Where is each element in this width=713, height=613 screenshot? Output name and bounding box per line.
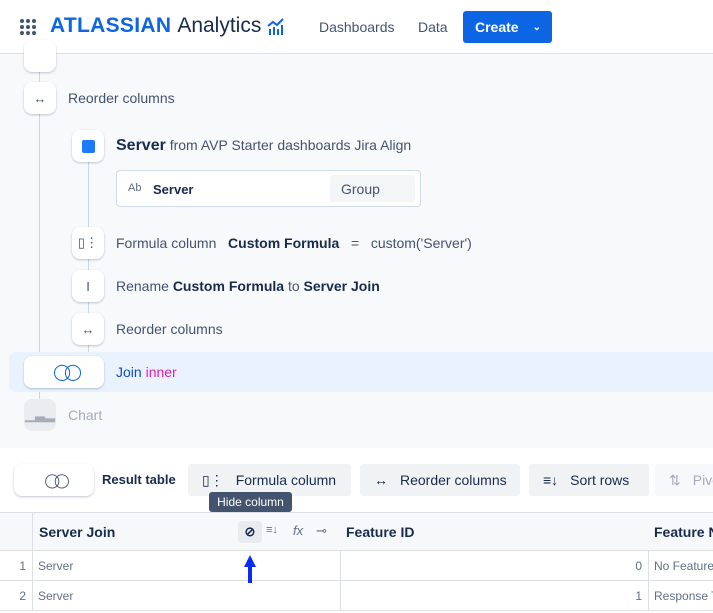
logo[interactable]: ATLASSIAN Analytics — [50, 14, 285, 38]
nav-dashboards[interactable]: Dashboards — [319, 19, 395, 35]
table-source-icon[interactable] — [72, 130, 104, 162]
sort-icon: ≡↓ — [543, 472, 559, 488]
nav-data[interactable]: Data — [418, 19, 448, 35]
formula-column-icon: ▯⋮ — [202, 471, 224, 488]
row-number: 1 — [0, 551, 33, 581]
rename-icon[interactable]: I — [72, 270, 104, 302]
formula-icon[interactable]: fx — [293, 523, 303, 538]
table-cell[interactable]: Server — [32, 581, 341, 611]
chart-icon[interactable]: ▁▃▂ — [24, 399, 56, 431]
hide-column-icon[interactable]: ⊘ — [238, 521, 262, 543]
step-rename[interactable]: Rename Custom Formula to Server Join — [116, 278, 380, 294]
sort-icon[interactable]: ≡↓ — [266, 524, 278, 536]
pivot-button[interactable]: ⇅Pivot — [655, 464, 713, 496]
table-cell[interactable]: 1 — [340, 581, 649, 611]
step-source[interactable]: Server from AVP Starter dashboards Jira … — [116, 137, 411, 155]
tooltip: Hide column — [209, 492, 292, 512]
row-number: 2 — [0, 581, 33, 611]
step-reorder-columns-2[interactable]: Reorder columns — [116, 321, 223, 337]
analytics-logo-icon — [267, 18, 285, 35]
reorder-icon: ↔ — [374, 472, 388, 488]
reorder-icon[interactable]: ↔ — [72, 313, 104, 345]
step-reorder-columns[interactable]: Reorder columns — [68, 90, 175, 106]
step-formula[interactable]: Formula column Custom Formula = custom('… — [116, 235, 472, 251]
text-type-icon: Ab — [128, 182, 142, 194]
formula-column-icon[interactable]: ▯⋮ — [72, 227, 104, 259]
chevron-down-icon: ⌄ — [532, 21, 541, 33]
reorder-icon[interactable]: ↔ — [24, 82, 56, 114]
step-icon-partial[interactable] — [24, 40, 56, 72]
field-name: Server — [153, 182, 194, 197]
table-cell[interactable]: 0 — [340, 551, 649, 581]
field-role[interactable]: Group — [330, 175, 415, 202]
join-result-icon[interactable]: ◯◯ — [14, 464, 94, 496]
step-join-selected[interactable] — [9, 352, 713, 392]
rename-column-icon[interactable]: ⊸ — [316, 523, 327, 539]
create-button[interactable]: Create ⌄ — [463, 11, 552, 43]
result-table-label: Result table — [102, 472, 176, 487]
step-join[interactable]: Join inner — [116, 364, 177, 380]
table-cell[interactable]: Response T — [648, 581, 713, 611]
app-switcher-icon[interactable] — [20, 19, 36, 35]
table-cell[interactable]: No Feature — [648, 551, 713, 581]
arrow-up-icon — [244, 555, 256, 583]
pivot-icon: ⇅ — [669, 471, 681, 488]
table-cell[interactable]: Server — [32, 551, 341, 581]
source-field-row[interactable]: Ab Server Group — [116, 170, 421, 207]
column-header-feature-name[interactable]: Feature N — [648, 512, 713, 551]
sort-rows-button[interactable]: ≡↓ Sort rows — [529, 464, 649, 496]
column-header-server-join[interactable]: Server Join ⊘ ≡↓ fx ⊸ — [32, 512, 341, 551]
top-nav: ATLASSIAN Analytics Dashboards Data Creat… — [0, 0, 713, 54]
step-chart[interactable]: Chart — [68, 407, 102, 423]
row-number-header — [0, 512, 33, 551]
join-icon[interactable]: ◯◯ — [24, 356, 104, 388]
reorder-columns-button[interactable]: ↔ Reorder columns — [360, 464, 520, 496]
column-header-feature-id[interactable]: Feature ID — [340, 512, 649, 551]
